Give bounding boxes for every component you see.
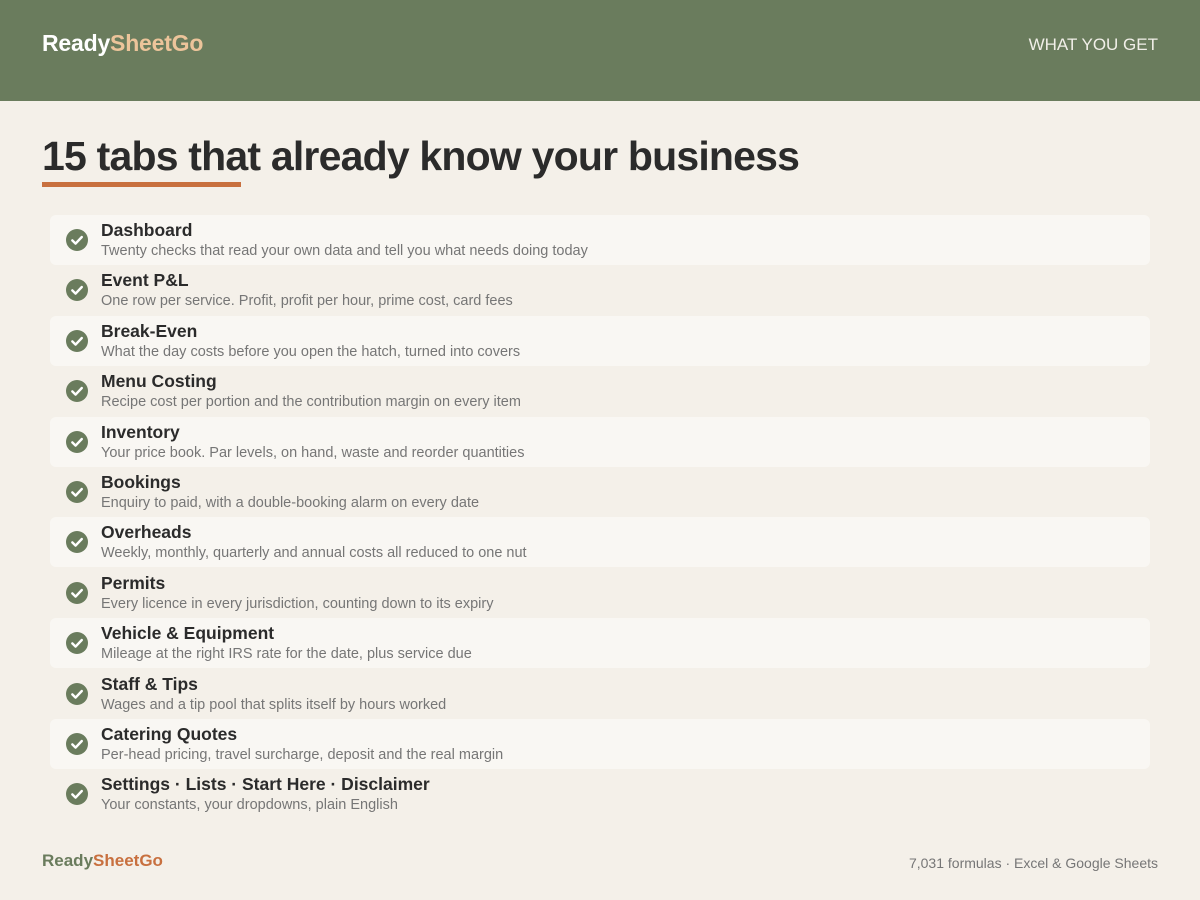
feature-title: Permits xyxy=(101,572,166,593)
check-circle-icon xyxy=(66,732,88,755)
feature-item: Permits Every licence in every jurisdicti… xyxy=(50,568,1150,618)
feature-description: Your constants, your dropdowns, plain En… xyxy=(101,797,398,814)
feature-title: Overheads xyxy=(101,522,192,543)
check-circle-icon xyxy=(66,682,88,705)
footer-brand-part-sheetgo: SheetGo xyxy=(93,851,163,870)
feature-title: Event P&L xyxy=(101,270,189,291)
feature-title: Inventory xyxy=(101,421,180,442)
feature-item: Overheads Weekly, monthly, quarterly and … xyxy=(50,517,1150,568)
feature-item: Inventory Your price book. Par levels, on… xyxy=(50,416,1150,467)
feature-description: Per-head pricing, travel surcharge, depo… xyxy=(101,746,504,763)
brand-logo[interactable]: ReadySheetGo xyxy=(42,29,203,57)
check-circle-icon xyxy=(66,229,88,251)
feature-item: Settings · Lists · Start Here · Disclaim… xyxy=(50,769,1150,819)
feature-description: Wages and a tip pool that splits itself … xyxy=(101,696,447,713)
feature-title: Break-Even xyxy=(101,320,198,341)
feature-description: Twenty checks that read your own data an… xyxy=(101,243,588,259)
section-label: WHAT YOU GET xyxy=(1028,35,1158,54)
site-header: ReadySheetGo WHAT YOU GET xyxy=(0,0,1200,101)
footer-brand-part-ready: Ready xyxy=(42,851,94,870)
feature-item: Bookings Enquiry to paid, with a double-b… xyxy=(50,467,1150,517)
feature-description: What the day costs before you open the h… xyxy=(101,343,521,360)
feature-title: Staff & Tips xyxy=(101,673,198,694)
feature-list: Dashboard Twenty checks that read your ow… xyxy=(50,215,1150,820)
feature-title: Vehicle & Equipment xyxy=(101,623,275,644)
feature-description: Your price book. Par levels, on hand, wa… xyxy=(101,444,525,461)
feature-description: Every licence in every jurisdiction, cou… xyxy=(101,595,494,612)
feature-item: Vehicle & Equipment Mileage at the right … xyxy=(50,618,1150,669)
feature-description: Enquiry to paid, with a double-booking a… xyxy=(101,494,480,511)
check-circle-icon xyxy=(66,480,88,503)
check-circle-icon xyxy=(66,380,88,403)
brand-logo-part-sheetgo: SheetGo xyxy=(110,30,204,56)
feature-item: Catering Quotes Per-head pricing, travel … xyxy=(50,718,1150,769)
check-circle-icon xyxy=(66,632,88,655)
feature-item: Dashboard Twenty checks that read your ow… xyxy=(50,215,1150,265)
feature-title: Settings · Lists · Start Here · Disclaim… xyxy=(101,774,430,795)
feature-title: Bookings xyxy=(101,471,181,492)
check-circle-icon xyxy=(66,279,88,302)
page-title: 15 tabs that already know your business xyxy=(42,133,800,179)
brand-logo-part-ready: Ready xyxy=(42,30,111,56)
feature-description: Recipe cost per portion and the contribu… xyxy=(101,394,521,411)
feature-item: Break-Even What the day costs before you … xyxy=(50,315,1150,366)
footer-brand-logo[interactable]: ReadySheetGo xyxy=(42,851,163,871)
check-circle-icon xyxy=(66,581,88,604)
footer-meta: 7,031 formulas · Excel & Google Sheets xyxy=(908,855,1158,871)
feature-title: Catering Quotes xyxy=(101,723,238,744)
feature-description: Mileage at the right IRS rate for the da… xyxy=(101,646,472,663)
feature-item: Event P&L One row per service. Profit, pr… xyxy=(50,265,1150,315)
feature-item: Staff & Tips Wages and a tip pool that sp… xyxy=(50,669,1150,719)
title-underline xyxy=(42,182,241,187)
check-circle-icon xyxy=(66,783,88,806)
feature-description: One row per service. Profit, profit per … xyxy=(101,293,513,310)
check-circle-icon xyxy=(66,430,88,453)
feature-title: Menu Costing xyxy=(101,371,217,392)
check-circle-icon xyxy=(66,531,88,554)
feature-title: Dashboard xyxy=(101,220,193,240)
feature-description: Weekly, monthly, quarterly and annual co… xyxy=(101,545,527,562)
check-circle-icon xyxy=(66,329,88,352)
feature-item: Menu Costing Recipe cost per portion and … xyxy=(50,366,1150,416)
